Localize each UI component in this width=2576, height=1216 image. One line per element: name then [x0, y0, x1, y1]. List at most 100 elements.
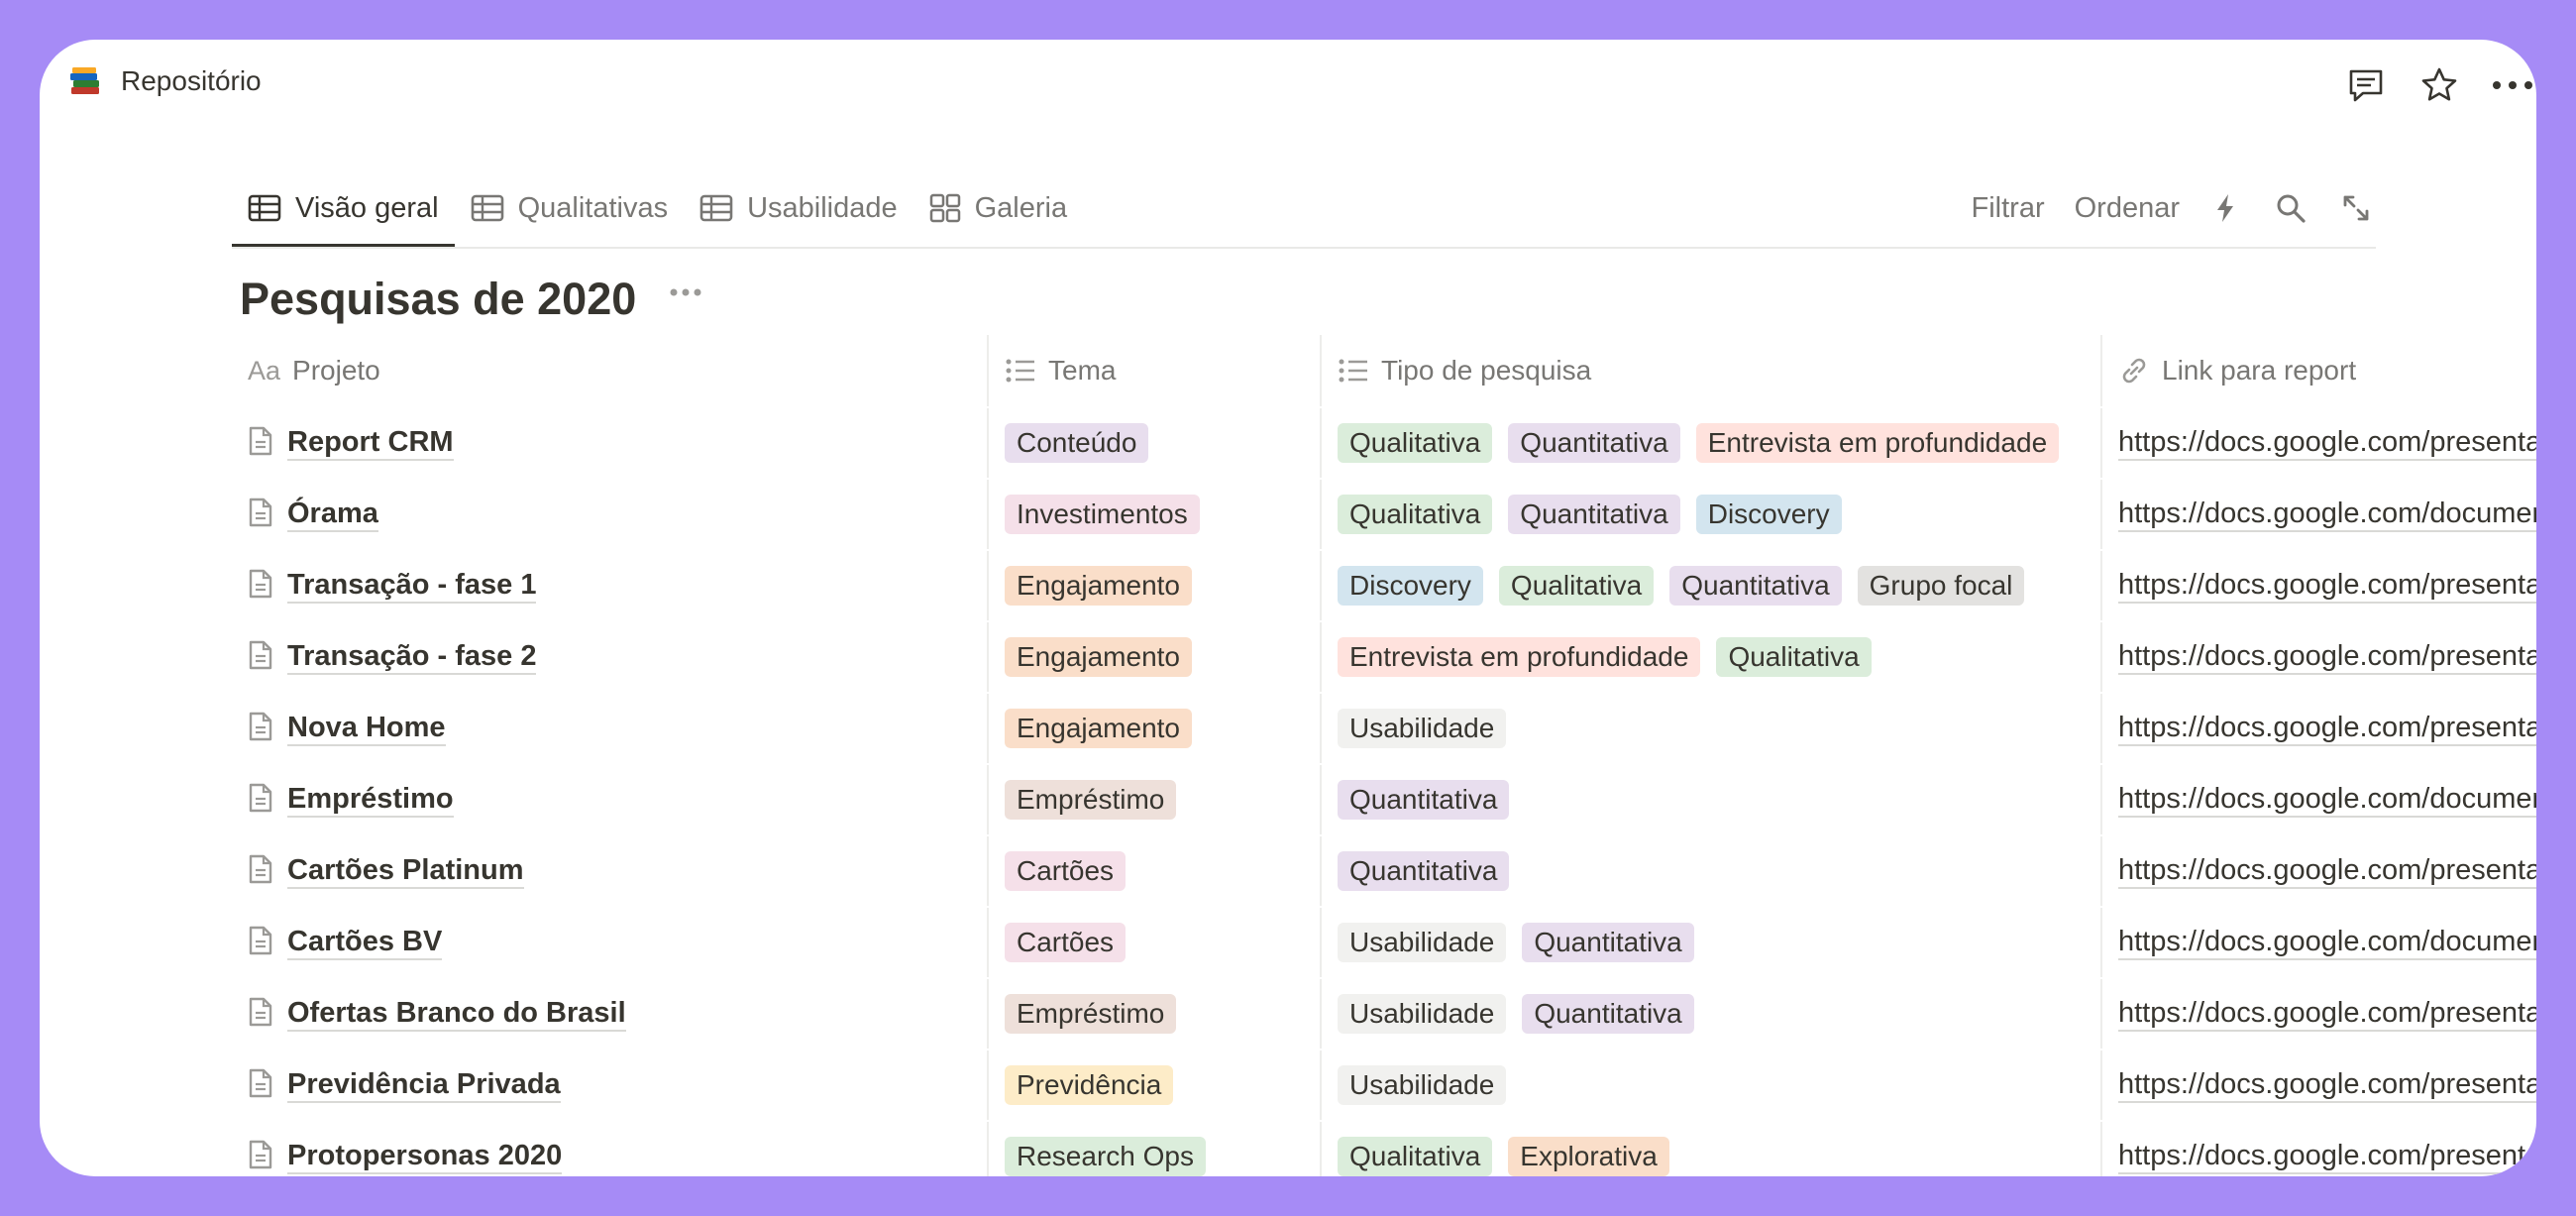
cell-tipo[interactable]: Usabilidade	[1320, 1050, 2100, 1120]
report-link[interactable]: https://docs.google.com/document	[2118, 497, 2536, 532]
star-icon[interactable]	[2415, 61, 2463, 109]
report-link[interactable]: https://docs.google.com/document	[2118, 925, 2536, 960]
project-name[interactable]: Ofertas Branco do Brasil	[287, 996, 626, 1032]
cell-projeto[interactable]: Cartões BV	[232, 908, 987, 977]
report-link[interactable]: https://docs.google.com/presentation	[2118, 425, 2536, 461]
tag-tipo[interactable]: Quantitativa	[1338, 780, 1510, 820]
tag-tema[interactable]: Cartões	[1005, 851, 1127, 891]
tag-tipo[interactable]: Qualitativa	[1498, 566, 1655, 606]
cell-projeto[interactable]: Ofertas Branco do Brasil	[232, 979, 987, 1049]
cell-tipo[interactable]: Quantitativa	[1320, 765, 2100, 834]
project-name[interactable]: Transação - fase 2	[287, 639, 537, 675]
tag-tema[interactable]: Conteúdo	[1005, 423, 1149, 463]
tag-tipo[interactable]: Discovery	[1695, 495, 1842, 534]
cell-tema[interactable]: Cartões	[987, 836, 1320, 906]
tag-tema[interactable]: Empréstimo	[1005, 780, 1177, 820]
column-header-link[interactable]: Link para report	[2100, 335, 2536, 406]
tag-tipo[interactable]: Qualitativa	[1716, 637, 1872, 677]
tag-tipo[interactable]: Entrevista em profundidade	[1338, 637, 1701, 677]
column-header-projeto[interactable]: Aa Projeto	[232, 335, 987, 406]
tag-tipo[interactable]: Qualitativa	[1338, 495, 1493, 534]
filter-button[interactable]: Filtrar	[1972, 192, 2045, 225]
project-name[interactable]: Empréstimo	[287, 782, 454, 818]
tag-tipo[interactable]: Qualitativa	[1338, 1137, 1493, 1176]
project-name[interactable]: Previdência Privada	[287, 1067, 561, 1103]
more-icon[interactable]	[2489, 61, 2536, 109]
cell-projeto[interactable]: Transação - fase 1	[232, 551, 987, 620]
column-header-tema[interactable]: Tema	[987, 335, 1320, 406]
tag-tipo[interactable]: Quantitativa	[1508, 423, 1680, 463]
report-link[interactable]: https://docs.google.com/presentation	[2118, 568, 2536, 604]
cell-tema[interactable]: Research Ops	[987, 1122, 1320, 1176]
cell-link[interactable]: https://docs.google.com/presentation	[2100, 979, 2536, 1049]
cell-link[interactable]: https://docs.google.com/presentation	[2100, 694, 2536, 763]
tag-tipo[interactable]: Quantitativa	[1669, 566, 1842, 606]
project-name[interactable]: Nova Home	[287, 711, 446, 746]
cell-link[interactable]: https://docs.google.com/document	[2100, 480, 2536, 549]
cell-tema[interactable]: Conteúdo	[987, 408, 1320, 478]
cell-tema[interactable]: Empréstimo	[987, 765, 1320, 834]
tag-tipo[interactable]: Usabilidade	[1338, 709, 1507, 748]
tag-tipo[interactable]: Usabilidade	[1338, 994, 1507, 1034]
project-name[interactable]: Protopersonas 2020	[287, 1139, 563, 1174]
cell-tipo[interactable]: Qualitativa Explorativa	[1320, 1122, 2100, 1176]
report-link[interactable]: https://docs.google.com/presentation	[2118, 1139, 2536, 1174]
page-title[interactable]: Repositório	[121, 65, 262, 97]
cell-tipo[interactable]: Usabilidade Quantitativa	[1320, 979, 2100, 1049]
cell-tipo[interactable]: Qualitativa Quantitativa Entrevista em pro…	[1320, 408, 2100, 478]
cell-projeto[interactable]: Report CRM	[232, 408, 987, 478]
cell-link[interactable]: https://docs.google.com/document	[2100, 765, 2536, 834]
sort-button[interactable]: Ordenar	[2075, 192, 2180, 225]
cell-tema[interactable]: Engajamento	[987, 551, 1320, 620]
report-link[interactable]: https://docs.google.com/presentation	[2118, 1067, 2536, 1103]
cell-tipo[interactable]: Quantitativa	[1320, 836, 2100, 906]
cell-link[interactable]: https://docs.google.com/presentation	[2100, 1050, 2536, 1120]
cell-projeto[interactable]: Nova Home	[232, 694, 987, 763]
cell-projeto[interactable]: Protopersonas 2020	[232, 1122, 987, 1176]
tag-tipo[interactable]: Entrevista em profundidade	[1695, 423, 2060, 463]
tag-tema[interactable]: Previdência	[1005, 1065, 1174, 1105]
tag-tema[interactable]: Engajamento	[1005, 566, 1193, 606]
cell-link[interactable]: https://docs.google.com/document	[2100, 908, 2536, 977]
report-link[interactable]: https://docs.google.com/presentation	[2118, 711, 2536, 746]
cell-tema[interactable]: Engajamento	[987, 622, 1320, 692]
automation-bolt-icon[interactable]	[2205, 188, 2245, 228]
report-link[interactable]: https://docs.google.com/presentation	[2118, 853, 2536, 889]
cell-tipo[interactable]: Usabilidade	[1320, 694, 2100, 763]
tag-tema[interactable]: Engajamento	[1005, 709, 1193, 748]
report-link[interactable]: https://docs.google.com/presentation	[2118, 996, 2536, 1032]
tab-visao-geral[interactable]: Visão geral	[232, 170, 455, 248]
project-name[interactable]: Cartões BV	[287, 925, 443, 960]
expand-icon[interactable]	[2336, 188, 2376, 228]
tag-tipo[interactable]: Qualitativa	[1338, 423, 1493, 463]
tag-tipo[interactable]: Quantitativa	[1338, 851, 1510, 891]
tag-tipo[interactable]: Usabilidade	[1338, 1065, 1507, 1105]
database-more-icon[interactable]	[670, 287, 701, 297]
project-name[interactable]: Órama	[287, 497, 378, 532]
books-emoji-icon[interactable]	[67, 63, 103, 99]
cell-tema[interactable]: Investimentos	[987, 480, 1320, 549]
tag-tipo[interactable]: Explorativa	[1508, 1137, 1669, 1176]
cell-tema[interactable]: Previdência	[987, 1050, 1320, 1120]
column-header-tipo[interactable]: Tipo de pesquisa	[1320, 335, 2100, 406]
project-name[interactable]: Transação - fase 1	[287, 568, 537, 604]
tag-tipo[interactable]: Quantitativa	[1508, 495, 1680, 534]
project-name[interactable]: Report CRM	[287, 425, 454, 461]
tag-tipo[interactable]: Quantitativa	[1522, 994, 1694, 1034]
cell-projeto[interactable]: Previdência Privada	[232, 1050, 987, 1120]
tag-tema[interactable]: Research Ops	[1005, 1137, 1206, 1176]
cell-link[interactable]: https://docs.google.com/presentation	[2100, 551, 2536, 620]
tag-tema[interactable]: Investimentos	[1005, 495, 1200, 534]
cell-tema[interactable]: Empréstimo	[987, 979, 1320, 1049]
cell-tema[interactable]: Engajamento	[987, 694, 1320, 763]
cell-tipo[interactable]: Qualitativa Quantitativa Discovery	[1320, 480, 2100, 549]
cell-link[interactable]: https://docs.google.com/presentation	[2100, 836, 2536, 906]
cell-tipo[interactable]: Discovery Qualitativa Quantitativa Grupo fo…	[1320, 551, 2100, 620]
tab-galeria[interactable]: Galeria	[913, 170, 1084, 246]
project-name[interactable]: Cartões Platinum	[287, 853, 524, 889]
tag-tipo[interactable]: Discovery	[1338, 566, 1483, 606]
tag-tema[interactable]: Empréstimo	[1005, 994, 1177, 1034]
comment-icon[interactable]	[2342, 61, 2390, 109]
report-link[interactable]: https://docs.google.com/document	[2118, 782, 2536, 818]
cell-link[interactable]: https://docs.google.com/presentation	[2100, 622, 2536, 692]
